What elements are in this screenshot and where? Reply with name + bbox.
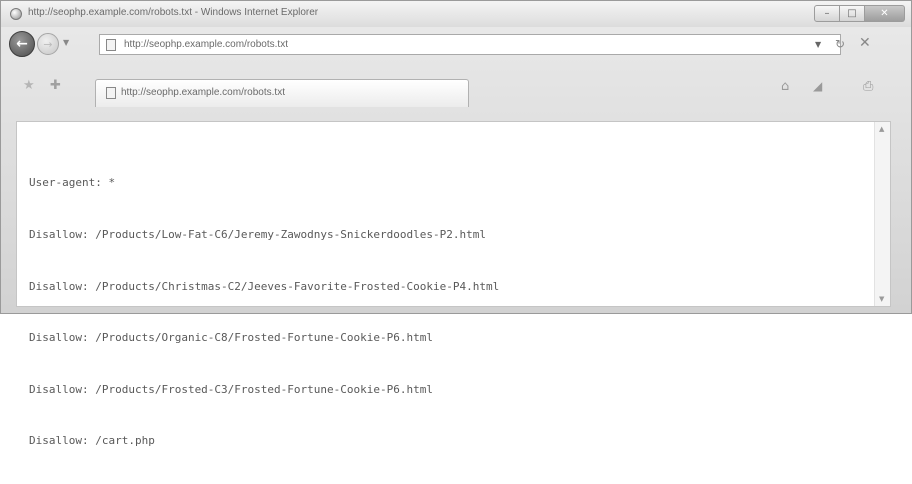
address-bar[interactable]: http://seophp.example.com/robots.txt xyxy=(99,34,841,55)
home-icon[interactable]: ⌂ xyxy=(781,79,789,94)
add-favorites-icon[interactable]: ✚ xyxy=(50,78,61,93)
tab-robots[interactable]: http://seophp.example.com/robots.txt xyxy=(95,79,469,107)
tab-title: http://seophp.example.com/robots.txt xyxy=(121,87,285,98)
robots-text: User-agent: * Disallow: /Products/Low-Fa… xyxy=(29,140,499,484)
back-button[interactable]: ← xyxy=(9,31,35,57)
navigation-bar: ← → ▼ http://seophp.example.com/robots.t… xyxy=(1,28,911,60)
close-icon: ✕ xyxy=(880,8,889,19)
recent-pages-dropdown[interactable]: ▼ xyxy=(63,38,69,47)
page-icon xyxy=(106,87,116,99)
text-line: User-agent: * xyxy=(29,176,116,190)
content-pane: User-agent: * Disallow: /Products/Low-Fa… xyxy=(16,121,891,447)
back-arrow-icon: ← xyxy=(16,36,28,52)
refresh-button[interactable]: ↻ xyxy=(835,37,845,51)
command-bar: ★ ✚ http://seophp.example.com/robots.txt… xyxy=(1,73,911,107)
text-line: Disallow: /Products/Low-Fat-C6/Jeremy-Za… xyxy=(29,228,486,242)
print-icon[interactable]: ⎙ xyxy=(863,79,873,94)
close-button[interactable]: ✕ xyxy=(865,5,905,22)
minimize-button[interactable]: – xyxy=(814,5,840,22)
internet-explorer-icon xyxy=(10,8,22,20)
stop-button[interactable]: ✕ xyxy=(859,35,871,51)
favorites-star-icon[interactable]: ★ xyxy=(23,78,35,93)
text-line: Disallow: /Products/Frosted-C3/Frosted-F… xyxy=(29,382,433,396)
browser-window: http://seophp.example.com/robots.txt - W… xyxy=(0,0,912,447)
title-bar: http://seophp.example.com/robots.txt - W… xyxy=(1,1,911,27)
maximize-icon: □ xyxy=(847,8,857,19)
window-controls: – □ ✕ xyxy=(814,5,905,22)
scroll-up-icon[interactable]: ▲ xyxy=(879,125,884,133)
maximize-button[interactable]: □ xyxy=(840,5,865,22)
scroll-down-icon[interactable]: ▼ xyxy=(879,295,884,303)
feeds-icon[interactable]: ◢ xyxy=(813,79,822,93)
stop-icon: ✕ xyxy=(859,35,871,51)
text-line: Disallow: /cart.php xyxy=(29,434,155,448)
address-dropdown[interactable]: ▼ xyxy=(815,40,821,49)
window-title: http://seophp.example.com/robots.txt - W… xyxy=(28,7,319,18)
page-icon xyxy=(106,39,116,51)
address-input[interactable]: http://seophp.example.com/robots.txt xyxy=(124,39,288,50)
forward-arrow-icon: → xyxy=(43,37,53,51)
forward-button[interactable]: → xyxy=(37,33,59,55)
text-line: Disallow: /Products/Organic-C8/Frosted-F… xyxy=(29,331,433,345)
vertical-scrollbar[interactable]: ▲ ▼ xyxy=(874,122,890,306)
refresh-icon: ↻ xyxy=(835,37,846,51)
minimize-icon: – xyxy=(824,8,830,19)
text-line: Disallow: /Products/Christmas-C2/Jeeves-… xyxy=(29,279,500,293)
